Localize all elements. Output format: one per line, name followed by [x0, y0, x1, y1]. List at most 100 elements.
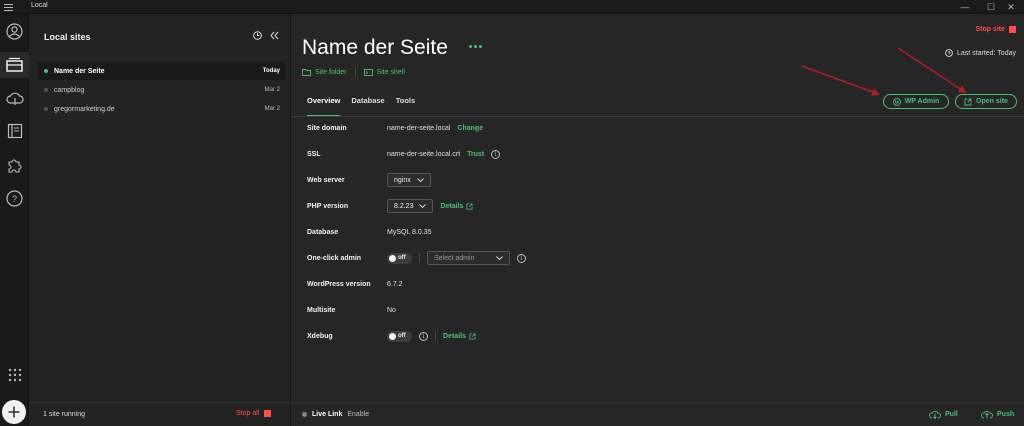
close-button[interactable]: ✕	[998, 0, 1024, 14]
site-name: Name der Seite	[54, 67, 105, 75]
svg-text:?: ?	[12, 194, 17, 204]
info-icon[interactable]: i	[517, 253, 526, 263]
page-title: Name der Seite	[302, 36, 448, 59]
web-server-value: nginx	[394, 176, 411, 184]
site-date: Mar 2	[264, 106, 280, 112]
trust-link[interactable]: Trust	[467, 151, 484, 158]
database-value: MySQL 8.0.35	[387, 228, 432, 236]
multisite-label: Multisite	[307, 306, 336, 314]
toggle-knob	[389, 254, 396, 262]
add-ons-puzzle-icon[interactable]	[5, 155, 24, 174]
site-shell-link[interactable]: Site shell	[363, 69, 405, 76]
sites-panel-title: Local sites	[44, 32, 91, 42]
account-icon[interactable]	[5, 22, 24, 41]
external-link-icon	[964, 98, 972, 105]
one-click-admin-row: One-click admin off Select admin i	[307, 248, 907, 268]
chevron-down-icon	[419, 204, 427, 208]
php-details-link[interactable]: Details	[440, 203, 473, 210]
minimize-button[interactable]: —	[952, 0, 978, 14]
collapse-chevrons-icon[interactable]	[270, 31, 279, 40]
running-status-dot	[44, 69, 48, 73]
enable-live-link-button[interactable]: Enable	[347, 411, 369, 418]
sites-panel-tools	[253, 31, 279, 40]
last-started-label: Last started: Today	[956, 49, 1016, 57]
folder-icon	[302, 68, 311, 76]
multisite-value: No	[387, 306, 396, 314]
site-domain-row: Site domain name-der-seite.local Change	[307, 118, 907, 138]
php-version-value: 8.2.23	[394, 202, 414, 210]
site-name: gregormarketing.de	[54, 105, 115, 113]
wordpress-version-label: WordPress version	[307, 280, 371, 288]
cloud-upload-icon	[981, 410, 993, 419]
php-version-select[interactable]: 8.2.23	[387, 199, 434, 213]
site-folder-link[interactable]: Site folder	[302, 69, 347, 76]
svg-text:W: W	[894, 101, 899, 106]
stopped-status-dot	[44, 107, 48, 111]
divider	[354, 67, 356, 77]
plus-icon	[8, 406, 20, 418]
live-link-label: Live Link	[312, 411, 343, 418]
one-click-admin-label: One-click admin	[307, 254, 362, 262]
local-sites-icon[interactable]	[5, 55, 24, 74]
app-title: Local	[31, 2, 48, 9]
wp-admin-button[interactable]: W WP Admin	[883, 94, 949, 109]
wordpress-version-row: WordPress version 6.7.2	[307, 274, 907, 294]
blueprints-icon[interactable]	[5, 121, 24, 140]
pull-button[interactable]: Pull	[929, 410, 958, 419]
tab-database[interactable]: Database	[351, 96, 384, 117]
clock-icon	[945, 49, 953, 57]
toggle-knob	[389, 332, 396, 340]
tab-tools[interactable]: Tools	[396, 96, 415, 117]
xdebug-details-label: Details	[443, 332, 466, 340]
stop-site-button[interactable]: Stop site	[975, 26, 1016, 33]
more-options-icon[interactable]	[469, 45, 482, 48]
apps-grid-icon[interactable]	[5, 365, 24, 384]
help-icon[interactable]: ?	[5, 189, 24, 208]
open-site-button[interactable]: Open site	[955, 94, 1017, 109]
push-label: Push	[997, 411, 1015, 418]
tab-divider	[291, 116, 1024, 117]
site-name: campblog	[54, 86, 85, 94]
site-list-item[interactable]: gregormarketing.de Mar 2	[38, 100, 285, 118]
push-button[interactable]: Push	[981, 410, 1014, 419]
site-list-item[interactable]: campblog Mar 2	[38, 81, 285, 99]
stop-icon	[264, 410, 272, 417]
site-date: Today	[262, 68, 280, 74]
site-domain-label: Site domain	[307, 124, 347, 132]
toggle-state: off	[398, 255, 406, 261]
info-icon[interactable]: i	[491, 149, 501, 159]
change-domain-link[interactable]: Change	[457, 125, 483, 132]
site-list-item[interactable]: Name der Seite Today	[38, 62, 285, 80]
chevron-down-icon	[496, 256, 503, 260]
select-admin-dropdown[interactable]: Select admin	[427, 251, 510, 265]
external-link-icon	[469, 332, 476, 340]
site-bottom-bar: Live Link Enable Pull Push	[291, 402, 1024, 426]
info-icon[interactable]: i	[419, 331, 428, 341]
external-link-icon	[466, 202, 473, 210]
multisite-row: Multisite No	[307, 300, 907, 320]
pull-label: Pull	[945, 411, 958, 418]
xdebug-toggle[interactable]: off	[387, 330, 412, 342]
site-domain-value: name-der-seite.local	[387, 124, 451, 132]
stop-icon	[1009, 26, 1016, 33]
add-site-button[interactable]	[2, 400, 26, 424]
hamburger-menu-icon[interactable]	[4, 2, 13, 11]
database-label: Database	[307, 228, 339, 236]
stopped-status-dot	[44, 88, 48, 92]
stop-all-label: Stop all	[236, 410, 260, 417]
tab-overview[interactable]: Overview	[307, 96, 341, 117]
select-admin-placeholder: Select admin	[434, 254, 475, 262]
web-server-select[interactable]: nginx	[387, 173, 431, 187]
php-version-label: PHP version	[307, 202, 349, 210]
open-site-label: Open site	[976, 98, 1008, 105]
one-click-admin-toggle[interactable]: off	[387, 252, 412, 264]
ssl-value: name-der-seite.local.crt	[387, 150, 461, 158]
stop-all-button[interactable]: Stop all	[236, 410, 272, 417]
cloud-backups-icon[interactable]	[5, 89, 24, 108]
local-sites-panel: Local sites Name der Seite Today campblo…	[29, 14, 291, 426]
clock-icon[interactable]	[253, 31, 262, 40]
live-link: Live Link Enable	[302, 411, 369, 418]
xdebug-row: Xdebug off i Details	[307, 326, 907, 346]
xdebug-details-link[interactable]: Details	[443, 333, 476, 340]
sites-footer: 1 site running Stop all	[29, 402, 291, 426]
